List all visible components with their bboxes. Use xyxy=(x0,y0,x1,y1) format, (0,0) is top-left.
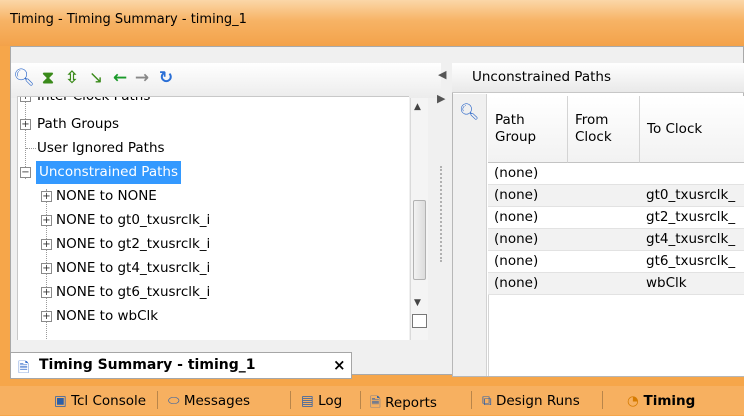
corner-icon[interactable] xyxy=(412,314,427,328)
close-icon[interactable]: × xyxy=(333,356,346,374)
tab-design-runs[interactable]: ⧉ Design Runs xyxy=(482,393,580,409)
collapse-right-icon[interactable]: ▶ xyxy=(437,92,445,105)
back-arrow-icon[interactable]: ← xyxy=(109,67,131,89)
table-row[interactable]: (none) gt4_txusrclk_ xyxy=(488,229,744,251)
table-row[interactable]: (none) gt0_txusrclk_ xyxy=(488,185,744,207)
timing-tree[interactable]: + Inter-Clock Paths + Path Groups User I… xyxy=(17,96,409,340)
tab-timing[interactable]: ◔ Timing xyxy=(627,393,695,409)
tab-reports[interactable]: 🗎︎ Reports xyxy=(370,393,437,416)
table-empty-area xyxy=(488,295,744,376)
tree-item-none-to-wbclk[interactable]: + NONE to wbClk xyxy=(18,305,409,328)
tree-item-none-to-gt0[interactable]: + NONE to gt0_txusrclk_i xyxy=(18,209,409,232)
tree-item-none-to-gt6[interactable]: + NONE to gt6_txusrclk_i xyxy=(18,281,409,304)
table-side-toolbar: 🔍︎ xyxy=(453,94,487,376)
expand-icon[interactable]: + xyxy=(41,215,52,226)
timing-icon: ◔ xyxy=(627,393,639,409)
reports-icon: 🗎︎ xyxy=(370,395,381,411)
expand-icon[interactable]: + xyxy=(20,97,31,102)
table-row[interactable]: (none) gt6_txusrclk_ xyxy=(488,251,744,273)
scroll-down-icon[interactable]: ▼ xyxy=(414,298,421,308)
tree-item-path-groups[interactable]: + Path Groups xyxy=(18,113,409,136)
forward-arrow-icon[interactable]: → xyxy=(131,67,153,89)
design-runs-icon: ⧉ xyxy=(482,393,492,409)
console-icon: ▣ xyxy=(54,393,67,409)
expand-icon[interactable]: + xyxy=(41,311,52,322)
column-header-from-clock[interactable]: From Clock xyxy=(568,96,640,163)
tree-item-unconstrained-paths[interactable]: − Unconstrained Paths xyxy=(18,161,409,184)
tree-item-none-to-gt2[interactable]: + NONE to gt2_txusrclk_i xyxy=(18,233,409,256)
tree-toolbar: 🔍︎ ⧗ ⇳ ↘ ← → ↻ xyxy=(11,63,441,98)
expand-icon[interactable]: + xyxy=(41,287,52,298)
tab-timing-summary[interactable]: 🗎︎ Timing Summary - timing_1 × xyxy=(10,352,352,379)
paths-table[interactable]: Path Group From Clock To Clock (none) (n… xyxy=(488,96,744,376)
column-header-path-group[interactable]: Path Group xyxy=(488,96,568,163)
search-icon[interactable]: 🔍︎ xyxy=(13,67,35,89)
messages-icon: ⬭ xyxy=(168,393,180,409)
tree-item-none-to-none[interactable]: + NONE to NONE xyxy=(18,185,409,208)
table-row[interactable]: (none) gt2_txusrclk_ xyxy=(488,207,744,229)
bottom-tool-tabs: ▣ Tcl Console ⬭ Messages ▤ Log 🗎︎ Report… xyxy=(0,386,744,415)
collapse-icon[interactable]: − xyxy=(20,167,31,178)
search-icon[interactable]: 🔍︎ xyxy=(459,102,479,121)
window-titlebar: Timing - Timing Summary - timing_1 xyxy=(0,0,744,46)
scrollbar-thumb[interactable] xyxy=(413,200,426,280)
scroll-up-icon[interactable]: ▲ xyxy=(414,102,421,112)
expand-all-icon[interactable]: ⇳ xyxy=(61,67,83,89)
table-row[interactable]: (none) xyxy=(488,163,744,185)
tab-log[interactable]: ▤ Log xyxy=(301,393,342,409)
report-icon: 🗎︎ xyxy=(18,360,30,376)
select-icon[interactable]: ↘ xyxy=(85,67,107,89)
table-row[interactable]: (none) wbClk xyxy=(488,273,744,295)
window-title: Timing - Timing Summary - timing_1 xyxy=(10,12,247,27)
tree-item-user-ignored-paths[interactable]: User Ignored Paths xyxy=(18,137,409,160)
splitter-handle[interactable] xyxy=(440,166,442,262)
expand-icon[interactable]: + xyxy=(41,191,52,202)
collapse-all-icon[interactable]: ⧗ xyxy=(37,67,59,89)
tab-tcl-console[interactable]: ▣ Tcl Console xyxy=(54,393,146,409)
collapse-left-icon[interactable]: ◀ xyxy=(438,68,446,81)
tab-messages[interactable]: ⬭ Messages xyxy=(168,393,250,409)
right-panel-header: Unconstrained Paths xyxy=(452,63,744,93)
log-icon: ▤ xyxy=(301,393,314,409)
column-header-to-clock[interactable]: To Clock xyxy=(640,96,744,163)
expand-icon[interactable]: + xyxy=(41,239,52,250)
tree-item-inter-clock-paths[interactable]: + Inter-Clock Paths xyxy=(18,97,409,108)
expand-icon[interactable]: + xyxy=(20,119,31,130)
tree-item-none-to-gt4[interactable]: + NONE to gt4_txusrclk_i xyxy=(18,257,409,280)
refresh-icon[interactable]: ↻ xyxy=(155,67,177,89)
expand-icon[interactable]: + xyxy=(41,263,52,274)
